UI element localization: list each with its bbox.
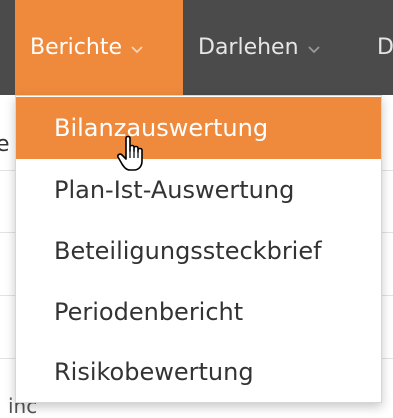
nav-item-next[interactable]: D — [369, 0, 393, 95]
menu-item-plan-ist-auswertung[interactable]: Plan-Ist-Auswertung — [16, 159, 381, 221]
hand-pointer-icon — [116, 134, 150, 174]
nav-item-label: Berichte — [30, 35, 122, 60]
menu-item-risikobewertung[interactable]: Risikobewertung — [16, 341, 381, 403]
menu-item-bilanzauswertung[interactable]: Bilanzauswertung — [16, 97, 381, 159]
berichte-dropdown-menu: Bilanzauswertung Plan-Ist-Auswertung Bet… — [15, 95, 382, 403]
chevron-down-icon — [306, 44, 322, 56]
nav-item-berichte[interactable]: Berichte — [15, 0, 183, 95]
chevron-down-icon — [129, 44, 145, 56]
nav-item-label: D — [377, 35, 393, 60]
nav-item-label: Darlehen — [198, 35, 299, 60]
top-navigation-bar: Berichte Darlehen D — [0, 0, 393, 95]
menu-item-periodenbericht[interactable]: Periodenbericht — [16, 281, 381, 343]
background-text: e — [0, 132, 10, 157]
nav-item-darlehen[interactable]: Darlehen — [183, 0, 369, 95]
menu-item-beteiligungssteckbrief[interactable]: Beteiligungssteckbrief — [16, 220, 381, 282]
